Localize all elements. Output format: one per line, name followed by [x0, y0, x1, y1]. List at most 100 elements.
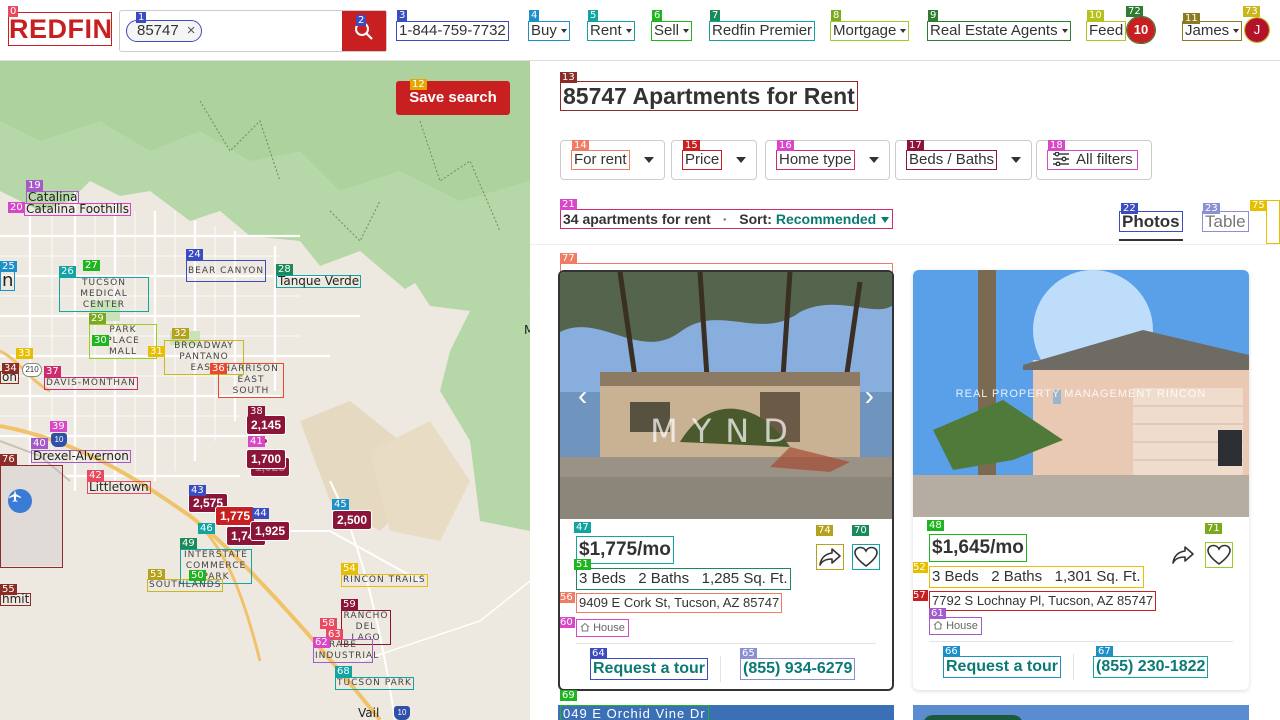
- results-count: 34 apartments for rent: [563, 211, 711, 227]
- nav-agents-label: Real Estate Agents: [930, 22, 1058, 39]
- nav-rent[interactable]: Rent: [587, 21, 635, 41]
- listing-type-badge: House: [929, 617, 982, 635]
- price-pin[interactable]: 2,500: [332, 510, 373, 530]
- listing-phone-link[interactable]: (855) 230-1822: [1093, 656, 1209, 678]
- listing-type: House: [946, 620, 978, 632]
- map-label-partial-m: M: [524, 323, 530, 337]
- sort-value: Recommended: [775, 211, 877, 227]
- chevron-down-icon: [643, 157, 654, 164]
- map-label-park-place-mall: Park Place Mall: [89, 324, 157, 359]
- all-filters-label: All filters: [1076, 151, 1133, 168]
- map-label-tucson-medical-center: Tucson Medical Center: [59, 277, 149, 312]
- listing-phone-link[interactable]: (855) 934-6279: [740, 658, 856, 680]
- search-button[interactable]: 2: [342, 11, 386, 51]
- listing-type: House: [593, 622, 625, 634]
- divider: [576, 643, 876, 644]
- chevron-down-icon: [868, 157, 879, 164]
- listing-address[interactable]: 9409 E Cork St, Tucson, AZ 85747: [576, 593, 783, 613]
- results-panel: 13 85747 Apartments for Rent 14 For rent…: [530, 61, 1280, 720]
- filter-for-rent[interactable]: 14 For rent: [560, 140, 665, 180]
- sort-dropdown[interactable]: Recommended: [776, 211, 890, 227]
- search-icon: [355, 22, 373, 40]
- listing-baths: 2 Baths: [991, 568, 1043, 585]
- tab-photos-label: Photos: [1119, 211, 1183, 232]
- divider: [720, 656, 721, 682]
- airport-icon: [8, 489, 32, 513]
- price-pin[interactable]: 1,700: [246, 449, 287, 469]
- tab-photos[interactable]: Photos: [1119, 211, 1183, 241]
- map-label-partial-hmit: hmit: [0, 592, 32, 606]
- listing-address[interactable]: 7792 S Lochnay Pl, Tucson, AZ 85747: [929, 591, 1157, 611]
- nav-mortgage[interactable]: Mortgage: [830, 21, 910, 41]
- share-icon[interactable]: [816, 544, 844, 570]
- listing-price: $1,775/mo: [576, 536, 674, 564]
- chevron-down-icon: [736, 157, 747, 164]
- user-menu[interactable]: James: [1182, 21, 1243, 41]
- top-navigation-bar: 0 REDFIN 1 85747 × 2 3 1-844-759-7732 4 B…: [0, 0, 1280, 61]
- request-tour-link[interactable]: Request a tour: [943, 656, 1062, 678]
- favorite-heart-icon[interactable]: [1205, 542, 1233, 568]
- contact-phone-link[interactable]: 1-844-759-7732: [396, 21, 509, 41]
- listing-card[interactable]: REAL PROPERTY MANAGEMENT RINCON 48 $1,64…: [913, 270, 1249, 690]
- filter-beds-baths[interactable]: 17 Beds / Baths: [895, 140, 1033, 180]
- map-label-catalina-foothills: Catalina Foothills: [24, 202, 131, 216]
- price-pin[interactable]: 1,925: [250, 521, 291, 541]
- house-icon: [580, 622, 590, 632]
- chevron-right-icon[interactable]: ›: [865, 382, 874, 410]
- next-listing-card[interactable]: [913, 705, 1249, 720]
- sort-label: Sort:: [739, 211, 772, 227]
- chevron-left-icon[interactable]: ‹: [578, 382, 587, 410]
- interstate-10-shield-south: 10: [394, 706, 410, 720]
- request-tour-link[interactable]: Request a tour: [590, 658, 709, 680]
- tab-table-label: Table: [1202, 211, 1249, 232]
- search-location-chip[interactable]: 85747 ×: [126, 20, 203, 42]
- nav-feed[interactable]: Feed: [1086, 21, 1127, 41]
- save-search-button[interactable]: Save search: [396, 81, 510, 115]
- caret-down-icon: [881, 217, 890, 223]
- airport-area[interactable]: [0, 465, 63, 568]
- photo-watermark: REAL PROPERTY MANAGEMENT RINCON: [955, 388, 1207, 400]
- filter-home-type-label: Home type: [776, 150, 855, 170]
- panel-edge-handle[interactable]: [1266, 200, 1280, 244]
- nav-redfin-premier[interactable]: Redfin Premier: [709, 21, 816, 41]
- filter-price[interactable]: 15 Price: [671, 140, 758, 180]
- price-pin[interactable]: [258, 438, 268, 444]
- filter-price-label: Price: [682, 150, 723, 170]
- page-title: 85747 Apartments for Rent: [560, 81, 858, 111]
- filter-for-rent-label: For rent: [571, 150, 630, 170]
- tab-table[interactable]: Table: [1202, 211, 1249, 233]
- nav-buy[interactable]: Buy: [528, 21, 570, 41]
- user-name-label: James: [1185, 22, 1230, 39]
- remove-chip-icon[interactable]: ×: [187, 22, 196, 39]
- highway-210-shield: 210: [22, 363, 42, 377]
- next-listing-address: 049 E Orchid Vine Dr: [560, 705, 709, 720]
- listing-card[interactable]: MYND ‹ › 47 $1,775/mo 74 70 51 3 Beds 2 …: [558, 270, 894, 691]
- map-label-southlands: Southlands: [147, 579, 224, 592]
- map-label-davis-monthan: Davis-Monthan: [44, 377, 138, 390]
- search-chip-label: 85747: [137, 22, 179, 39]
- map-panel[interactable]: Save search 12 19 Catalina 20 Catalina F…: [0, 61, 530, 720]
- user-avatar[interactable]: J: [1244, 17, 1270, 43]
- favorite-heart-icon[interactable]: [852, 544, 880, 570]
- feed-count-badge[interactable]: 10: [1126, 16, 1156, 44]
- next-listing-card[interactable]: 049 E Orchid Vine Dr: [558, 705, 894, 720]
- listing-photo[interactable]: REAL PROPERTY MANAGEMENT RINCON: [913, 270, 1249, 517]
- map-label-rabe-industrial: Rabe Industrial: [313, 639, 380, 663]
- all-filters-button[interactable]: 18 All filters: [1036, 140, 1152, 180]
- listing-baths: 2 Baths: [638, 570, 690, 587]
- search-box[interactable]: 1 85747 × 2: [119, 10, 387, 52]
- divider: [530, 244, 1280, 245]
- listing-price: $1,645/mo: [929, 534, 1027, 562]
- divider: [1073, 654, 1074, 680]
- listing-badge: [923, 715, 1023, 720]
- share-icon[interactable]: [1169, 542, 1197, 568]
- nav-real-estate-agents[interactable]: Real Estate Agents: [927, 21, 1071, 41]
- map-label-vail: Vail: [358, 706, 380, 720]
- listing-photo[interactable]: MYND ‹ ›: [560, 272, 892, 519]
- redfin-logo[interactable]: REDFIN: [8, 12, 112, 46]
- listing-sqft: 1,301 Sq. Ft.: [1054, 568, 1141, 585]
- nav-buy-label: Buy: [531, 22, 557, 39]
- price-pin[interactable]: 2,145: [246, 415, 287, 435]
- filter-home-type[interactable]: 16 Home type: [765, 140, 890, 180]
- nav-sell[interactable]: Sell: [651, 21, 693, 41]
